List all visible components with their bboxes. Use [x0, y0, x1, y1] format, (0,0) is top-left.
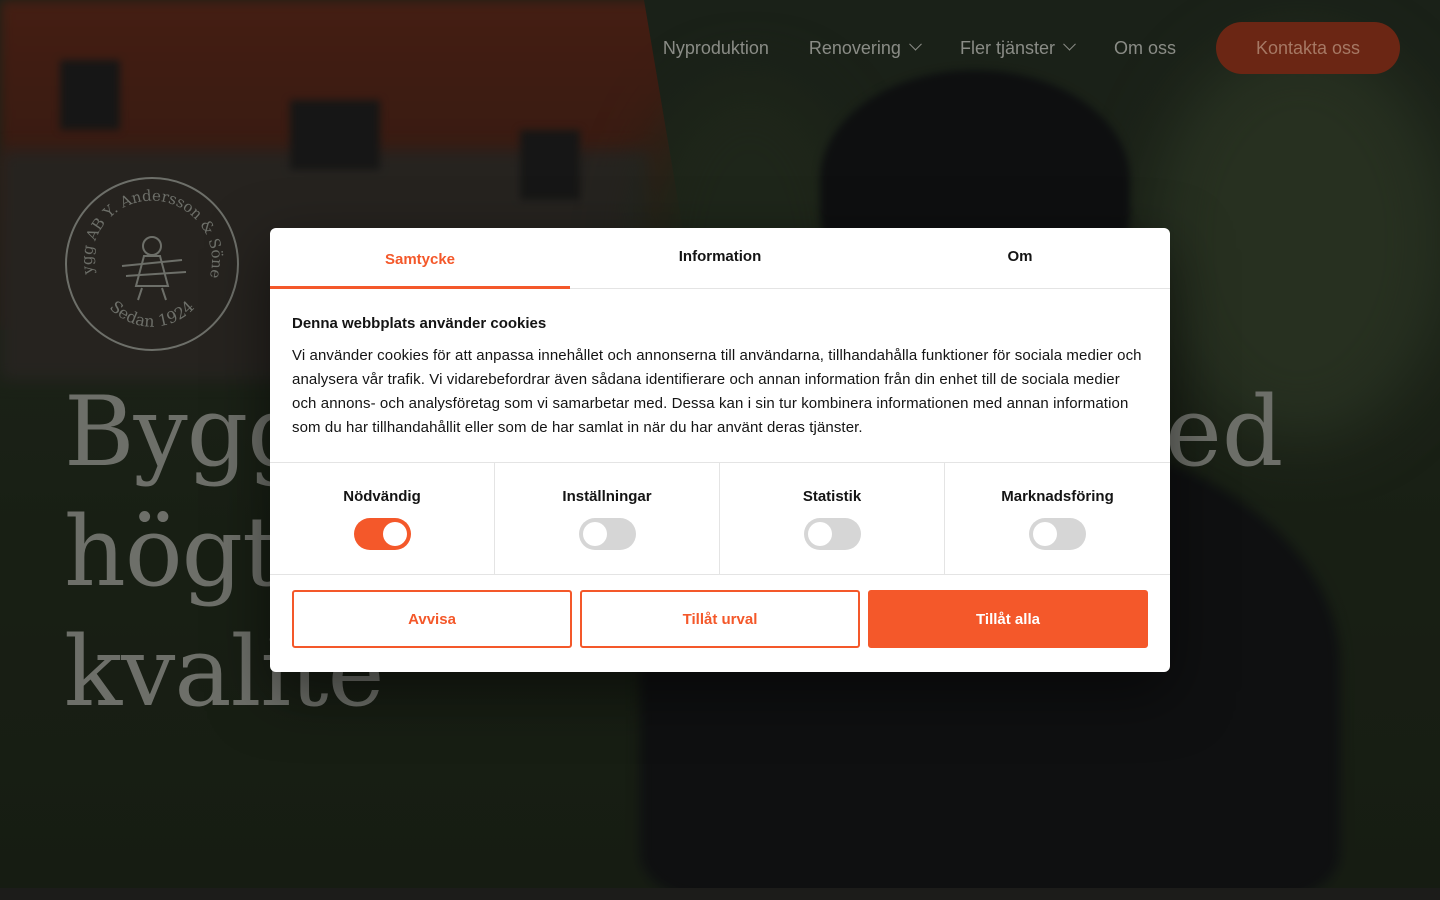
- statistics-toggle[interactable]: [803, 518, 861, 550]
- allow-all-button[interactable]: Tillåt alla: [868, 590, 1148, 648]
- logo-text-bottom: Sedan 1924: [106, 297, 198, 331]
- category-label: Inställningar: [562, 488, 652, 505]
- svg-text:Sedan 1924: Sedan 1924: [106, 297, 198, 331]
- craftsman-illustration: [121, 236, 187, 301]
- toggle-knob: [1033, 522, 1057, 546]
- tab-om[interactable]: Om: [870, 228, 1170, 288]
- toggle-knob: [582, 522, 607, 546]
- category-marketing: Marknadsföring: [945, 463, 1170, 574]
- category-necessary: Nödvändig: [270, 463, 495, 574]
- dialog-tabs: Samtycke Information Om: [270, 228, 1170, 289]
- chevron-down-icon: [1063, 37, 1076, 51]
- cookie-consent-dialog: Samtycke Information Om Denna webbplats …: [270, 228, 1170, 672]
- tab-samtycke[interactable]: Samtycke: [270, 228, 570, 289]
- tab-information[interactable]: Information: [570, 228, 870, 288]
- nav-item-label: Renovering: [808, 37, 901, 58]
- category-statistics: Statistik: [720, 463, 945, 574]
- nav-item-nyproduktion[interactable]: Nyproduktion: [663, 38, 769, 59]
- reject-button[interactable]: Avvisa: [292, 590, 572, 648]
- category-label: Statistik: [802, 488, 862, 505]
- nav-item-label: Om oss: [1113, 37, 1176, 58]
- dialog-content: Denna webbplats använder cookies Vi anvä…: [270, 289, 1170, 462]
- necessary-toggle[interactable]: [353, 518, 411, 550]
- dialog-title: Denna webbplats använder cookies: [292, 315, 547, 332]
- category-preferences: Inställningar: [495, 463, 720, 574]
- logo-text-top: Bygg AB Y. Andersson & Söner: [58, 162, 226, 280]
- nav-item-om-oss[interactable]: Om oss: [1114, 38, 1176, 59]
- company-logo[interactable]: Bygg AB Y. Andersson & Söner Sedan 1924: [58, 162, 240, 352]
- nav-item-fler-tjanster[interactable]: Fler tjänster: [959, 37, 1076, 59]
- nav-item-label: Nyproduktion: [662, 37, 769, 58]
- svg-text:Bygg AB Y. Andersson & Söner: Bygg AB Y. Andersson & Söner: [64, 176, 226, 280]
- marketing-toggle[interactable]: [1029, 518, 1086, 550]
- cookie-categories: Nödvändig Inställningar Statistik Markna…: [270, 462, 1170, 575]
- main-nav: Nyproduktion Renovering Fler tjänster Om…: [663, 22, 1400, 74]
- dialog-actions: Avvisa Tillåt urval Tillåt alla: [270, 575, 1170, 663]
- toggle-knob: [807, 522, 832, 546]
- nav-item-renovering[interactable]: Renovering: [808, 37, 922, 59]
- category-label: Nödvändig: [343, 488, 421, 505]
- dialog-body-text: Vi använder cookies för att anpassa inne…: [292, 347, 1142, 436]
- page-bottom-strip: [0, 888, 1440, 900]
- chevron-down-icon: [909, 37, 922, 51]
- preferences-toggle[interactable]: [578, 518, 636, 550]
- allow-selection-button[interactable]: Tillåt urval: [580, 590, 860, 648]
- hero-headline-fragment: ed: [1165, 376, 1284, 488]
- nav-item-label: Fler tjänster: [959, 37, 1055, 58]
- contact-button[interactable]: Kontakta oss: [1216, 22, 1400, 74]
- category-label: Marknadsföring: [1001, 488, 1114, 505]
- toggle-knob: [382, 522, 407, 546]
